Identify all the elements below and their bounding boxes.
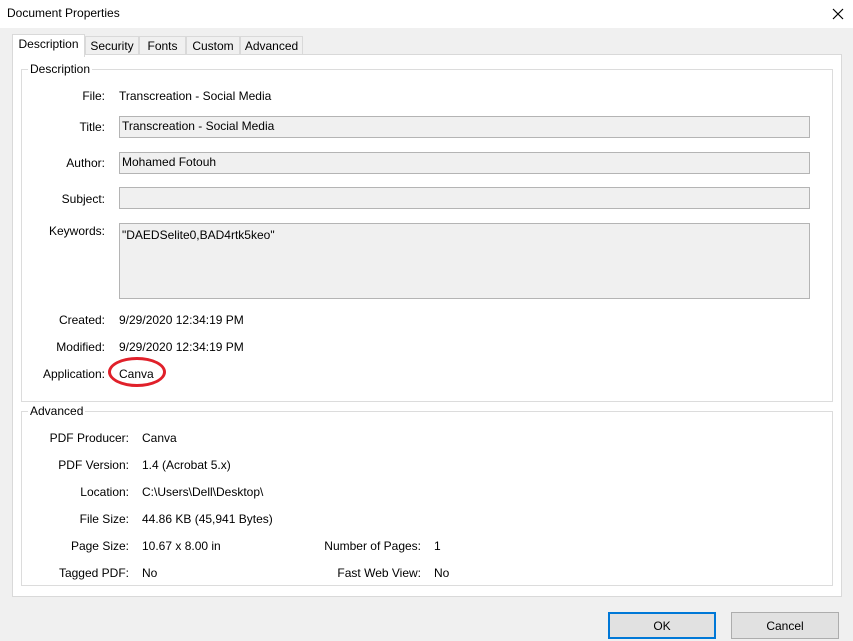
author-field[interactable]: Mohamed Fotouh: [119, 152, 810, 174]
file-size-value: 44.86 KB (45,941 Bytes): [142, 512, 273, 526]
tab-description[interactable]: Description: [12, 34, 85, 57]
pdf-producer-label: PDF Producer:: [49, 431, 129, 445]
subject-label: Subject:: [61, 192, 105, 206]
title-label: Title:: [79, 120, 105, 134]
tab-label: Advanced: [244, 39, 299, 53]
page-size-label: Page Size:: [70, 539, 129, 553]
file-label: File:: [82, 89, 105, 103]
author-label: Author:: [66, 156, 105, 170]
description-group-label: Description: [28, 62, 93, 76]
file-value: Transcreation - Social Media: [119, 89, 272, 103]
modified-label: Modified:: [56, 340, 105, 354]
application-label: Application:: [42, 367, 105, 381]
title-bar: Document Properties: [0, 0, 853, 28]
created-label: Created:: [58, 313, 105, 327]
tab-panel-description: Description File: Transcreation - Social…: [12, 54, 842, 597]
tab-label: Fonts: [147, 39, 178, 53]
created-value: 9/29/2020 12:34:19 PM: [119, 313, 244, 327]
fast-web-view-value: No: [434, 566, 450, 580]
tab-label: Security: [90, 39, 134, 53]
ok-button-label: OK: [653, 618, 671, 633]
fast-web-view-label: Fast Web View:: [337, 566, 421, 580]
location-label: Location:: [80, 485, 129, 499]
window-title: Document Properties: [7, 6, 120, 20]
ok-button[interactable]: OK: [608, 612, 716, 639]
location-value: C:\Users\Dell\Desktop\: [142, 485, 264, 499]
tab-advanced[interactable]: Advanced: [240, 36, 303, 55]
pdf-version-value: 1.4 (Acrobat 5.x): [142, 458, 231, 472]
num-pages-label: Number of Pages:: [324, 539, 421, 553]
advanced-group-label: Advanced: [28, 404, 86, 418]
tab-custom[interactable]: Custom: [186, 36, 240, 55]
tab-label: Description: [18, 37, 79, 51]
tab-security[interactable]: Security: [85, 36, 139, 55]
close-icon: [832, 8, 844, 20]
pdf-version-label: PDF Version:: [58, 458, 129, 472]
cancel-button[interactable]: Cancel: [731, 612, 839, 639]
application-value: Canva: [119, 367, 154, 381]
pdf-producer-value: Canva: [142, 431, 177, 445]
subject-field[interactable]: [119, 187, 810, 209]
tab-label: Custom: [192, 39, 234, 53]
tab-fonts[interactable]: Fonts: [139, 36, 186, 55]
tagged-pdf-label: Tagged PDF:: [58, 566, 129, 580]
keywords-label: Keywords:: [48, 224, 105, 238]
cancel-button-label: Cancel: [766, 618, 804, 633]
num-pages-value: 1: [434, 539, 441, 553]
file-size-label: File Size:: [79, 512, 129, 526]
keywords-field[interactable]: "DAEDSelite0,BAD4rtk5keo": [119, 223, 810, 299]
close-button[interactable]: [823, 0, 853, 28]
title-field[interactable]: Transcreation - Social Media: [119, 116, 810, 138]
modified-value: 9/29/2020 12:34:19 PM: [119, 340, 244, 354]
page-size-value: 10.67 x 8.00 in: [142, 539, 221, 553]
tagged-pdf-value: No: [142, 566, 158, 580]
